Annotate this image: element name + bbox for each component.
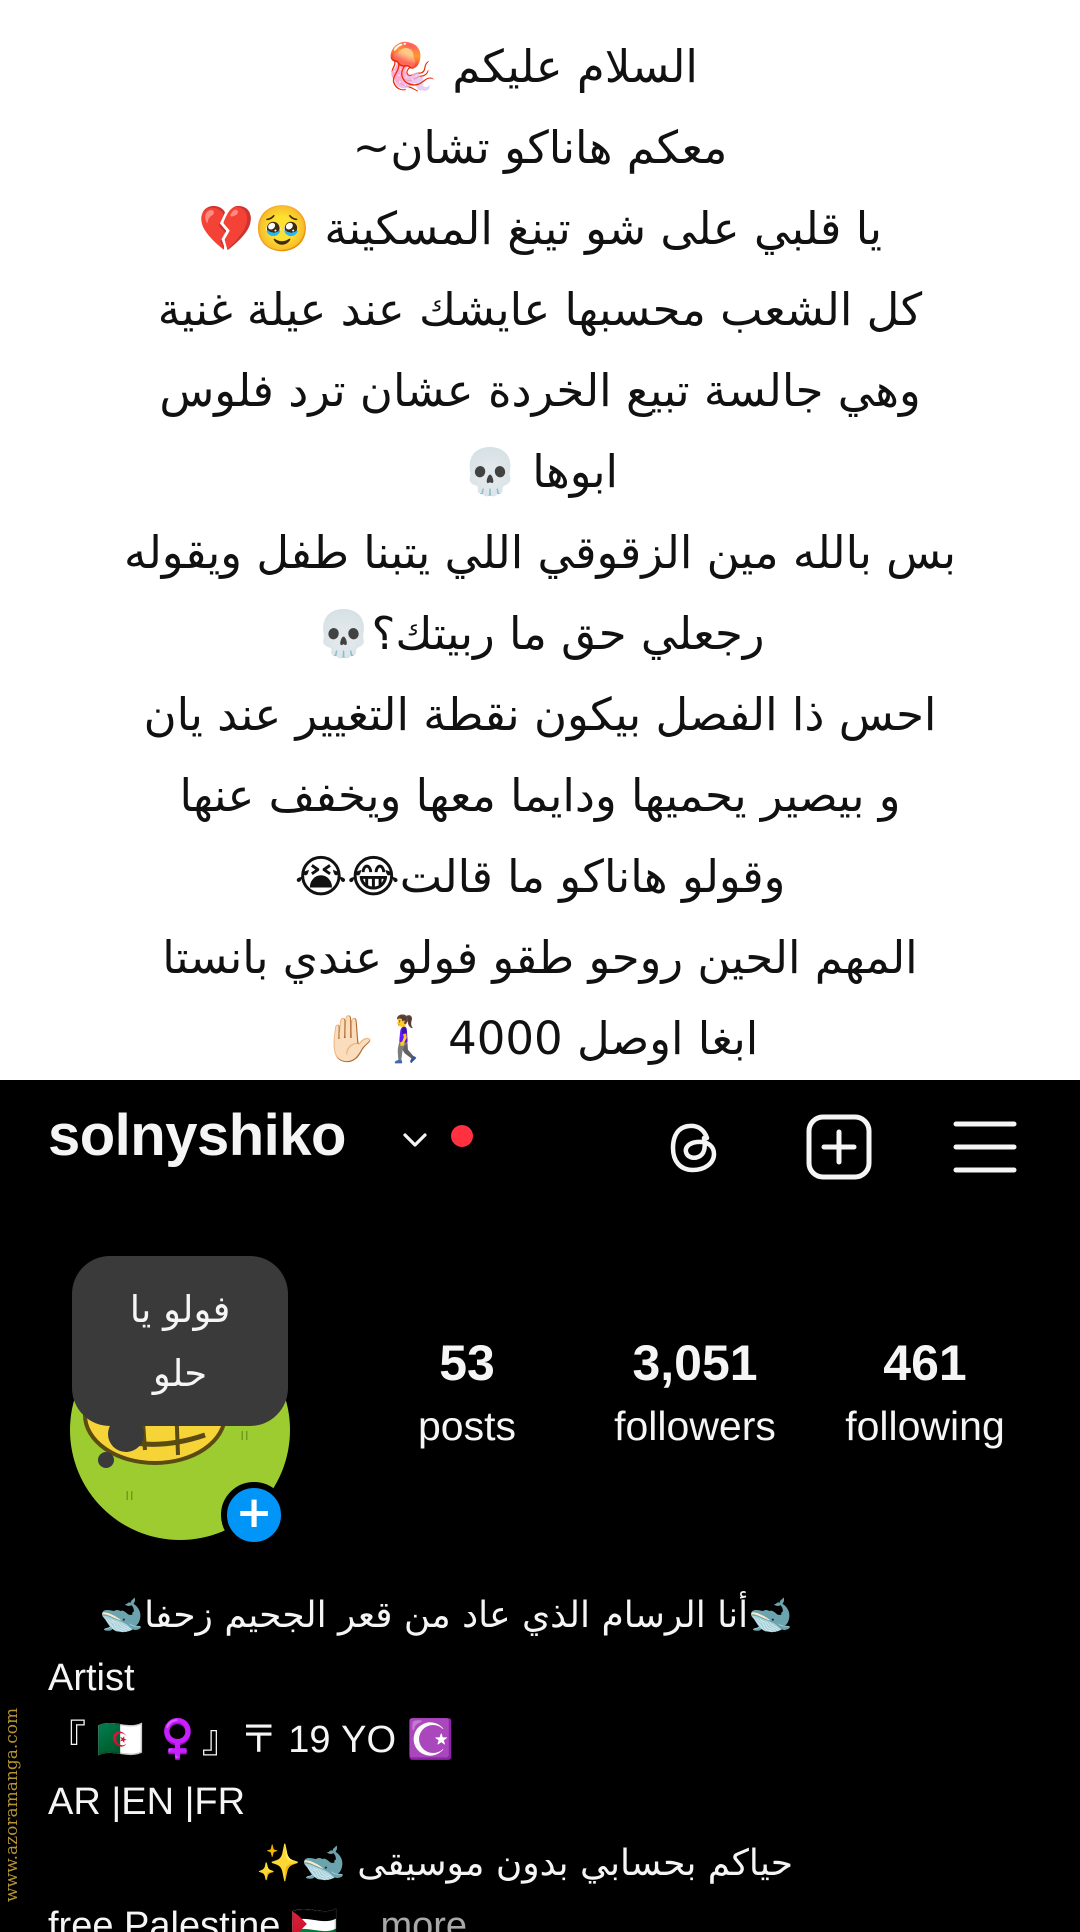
chevron-down-icon[interactable]: [402, 1130, 428, 1150]
note-line: رجعلي حق ما ربيتك؟💀: [315, 607, 765, 660]
note-line: وقولو هاناكو ما قالت😂😭: [294, 850, 786, 903]
followers-label: followers: [614, 1403, 776, 1449]
posts-count[interactable]: 53 posts: [367, 1330, 567, 1456]
posts-label: posts: [418, 1403, 516, 1449]
note-line: ابوها 💀: [461, 445, 619, 498]
following-value: 461: [883, 1335, 967, 1391]
followers-value: 3,051: [632, 1335, 758, 1391]
note-bubble-tail: [98, 1452, 114, 1468]
profile-username[interactable]: solnyshiko: [48, 1102, 346, 1169]
bio-line-text: free Palestine 🇵🇸...: [48, 1905, 370, 1932]
hamburger-menu-icon[interactable]: [950, 1112, 1020, 1182]
threads-icon[interactable]: [660, 1112, 730, 1182]
note-line: وهي جالسة تبيع الخردة عشان ترد فلوس: [159, 364, 921, 417]
profile-bio: 🐋أنا الرسام الذي عاد من قعر الجحيم زحفا🐋…: [48, 1585, 1048, 1932]
instagram-profile: solnyshiko ıı ıı فولو يا حلو + 53 posts …: [0, 1080, 1080, 1932]
posts-value: 53: [439, 1335, 495, 1391]
bio-line: 🐋أنا الرسام الذي عاد من قعر الجحيم زحفا🐋: [99, 1595, 793, 1636]
note-line: معكم هاناكو تشان~: [352, 121, 728, 174]
note-line: احس ذا الفصل بيكون نقطة التغيير عند يان: [143, 688, 937, 741]
notification-dot-icon: [451, 1125, 473, 1147]
note-line: كل الشعب محسبها عايشك عند عيلة غنية: [157, 283, 923, 336]
note-bubble-text: فولو يا: [129, 1288, 231, 1331]
bio-line: 『 🇩🇿 ♀️』〒 19 YO ☪️: [48, 1719, 454, 1761]
note-line: بس بالله مين الزقوقي اللي يتبنا طفل ويقو…: [123, 526, 957, 579]
note-line: يا قلبي على شو تينغ المسكينة 🥹💔: [198, 202, 882, 255]
site-watermark: www.azoramanga.com: [2, 1707, 22, 1903]
note-bubble-text: حلو: [152, 1352, 208, 1395]
svg-text:ıı: ıı: [240, 1425, 249, 1444]
svg-text:ıı: ıı: [125, 1485, 134, 1504]
profile-top-bar: solnyshiko: [0, 1080, 1080, 1196]
note-line: السلام عليكم 🪼: [382, 40, 698, 93]
note-line: ابغا اوصل 4000 🚶‍♀️✋🏻: [321, 1012, 759, 1065]
bio-line-last: free Palestine 🇵🇸... more: [48, 1895, 1048, 1932]
bio-more-link[interactable]: more: [370, 1905, 467, 1932]
plus-square-icon[interactable]: [804, 1112, 874, 1182]
bio-line: AR |EN |FR: [48, 1781, 246, 1823]
bio-line: Artist: [48, 1657, 135, 1699]
profile-note-bubble[interactable]: فولو يا حلو: [72, 1256, 288, 1426]
following-count[interactable]: 461 following: [825, 1330, 1025, 1456]
bio-line: حياكم بحسابي بدون موسيقى 🐋✨: [256, 1843, 793, 1884]
note-line: و بيصير يحميها ودايما معها ويخفف عنها: [179, 769, 901, 822]
followers-count[interactable]: 3,051 followers: [595, 1330, 795, 1456]
story-text-panel: السلام عليكم 🪼 معكم هاناكو تشان~ يا قلبي…: [0, 0, 1080, 1080]
add-story-button[interactable]: +: [221, 1482, 287, 1548]
following-label: following: [845, 1403, 1005, 1449]
note-line: المهم الحين روحو طقو فولو عندي بانستا: [162, 931, 918, 984]
